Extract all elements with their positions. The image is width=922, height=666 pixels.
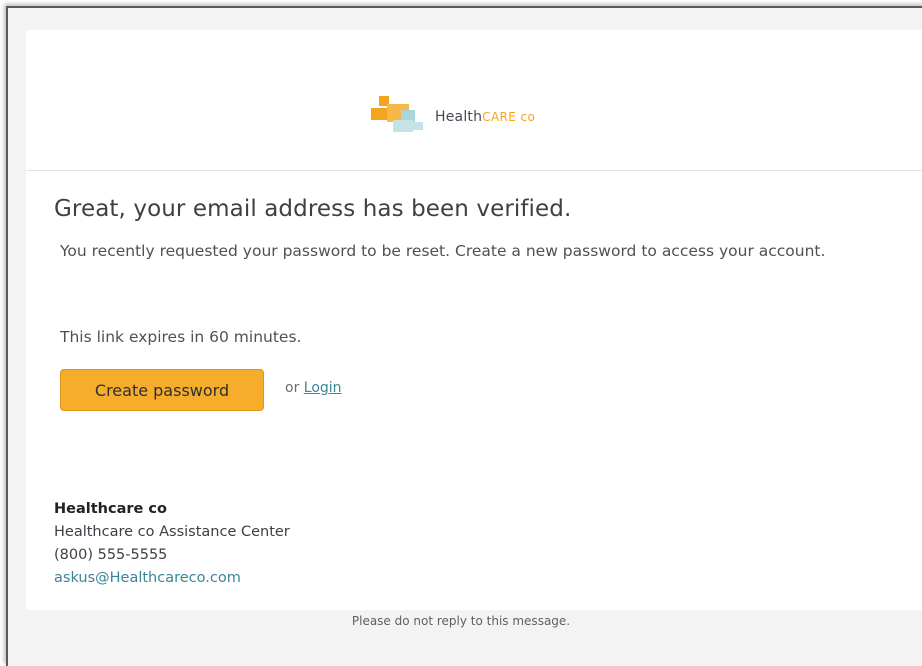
contact-block: Healthcare co Healthcare co Assistance C… [54,498,290,590]
assistance-center: Healthcare co Assistance Center [54,524,290,540]
create-password-button[interactable]: Create password [60,369,264,411]
do-not-reply-note: Please do not reply to this message. [351,614,571,628]
support-email-link[interactable]: askus@Healthcareco.com [54,570,241,586]
expiry-text: This link expires in 60 minutes. [60,328,302,346]
email-window-frame: HealthCARE co Great, your email address … [6,6,922,666]
body-text: You recently requested your password to … [60,242,826,260]
logo-text: HealthCARE co [435,109,535,125]
email-card: HealthCARE co Great, your email address … [26,30,922,610]
healthcare-logo: HealthCARE co [371,94,535,138]
logo-text-main: Health [435,109,483,125]
company-name: Healthcare co [54,501,167,517]
headline: Great, your email address has been verif… [54,196,572,222]
logo-text-accent: CARE co [482,110,536,124]
login-link[interactable]: Login [304,380,342,396]
or-login: or Login [285,380,342,396]
logo-mark-icon [371,94,429,138]
email-header: HealthCARE co [26,30,922,171]
or-text: or [285,380,304,396]
phone-number: (800) 555-5555 [54,547,168,563]
